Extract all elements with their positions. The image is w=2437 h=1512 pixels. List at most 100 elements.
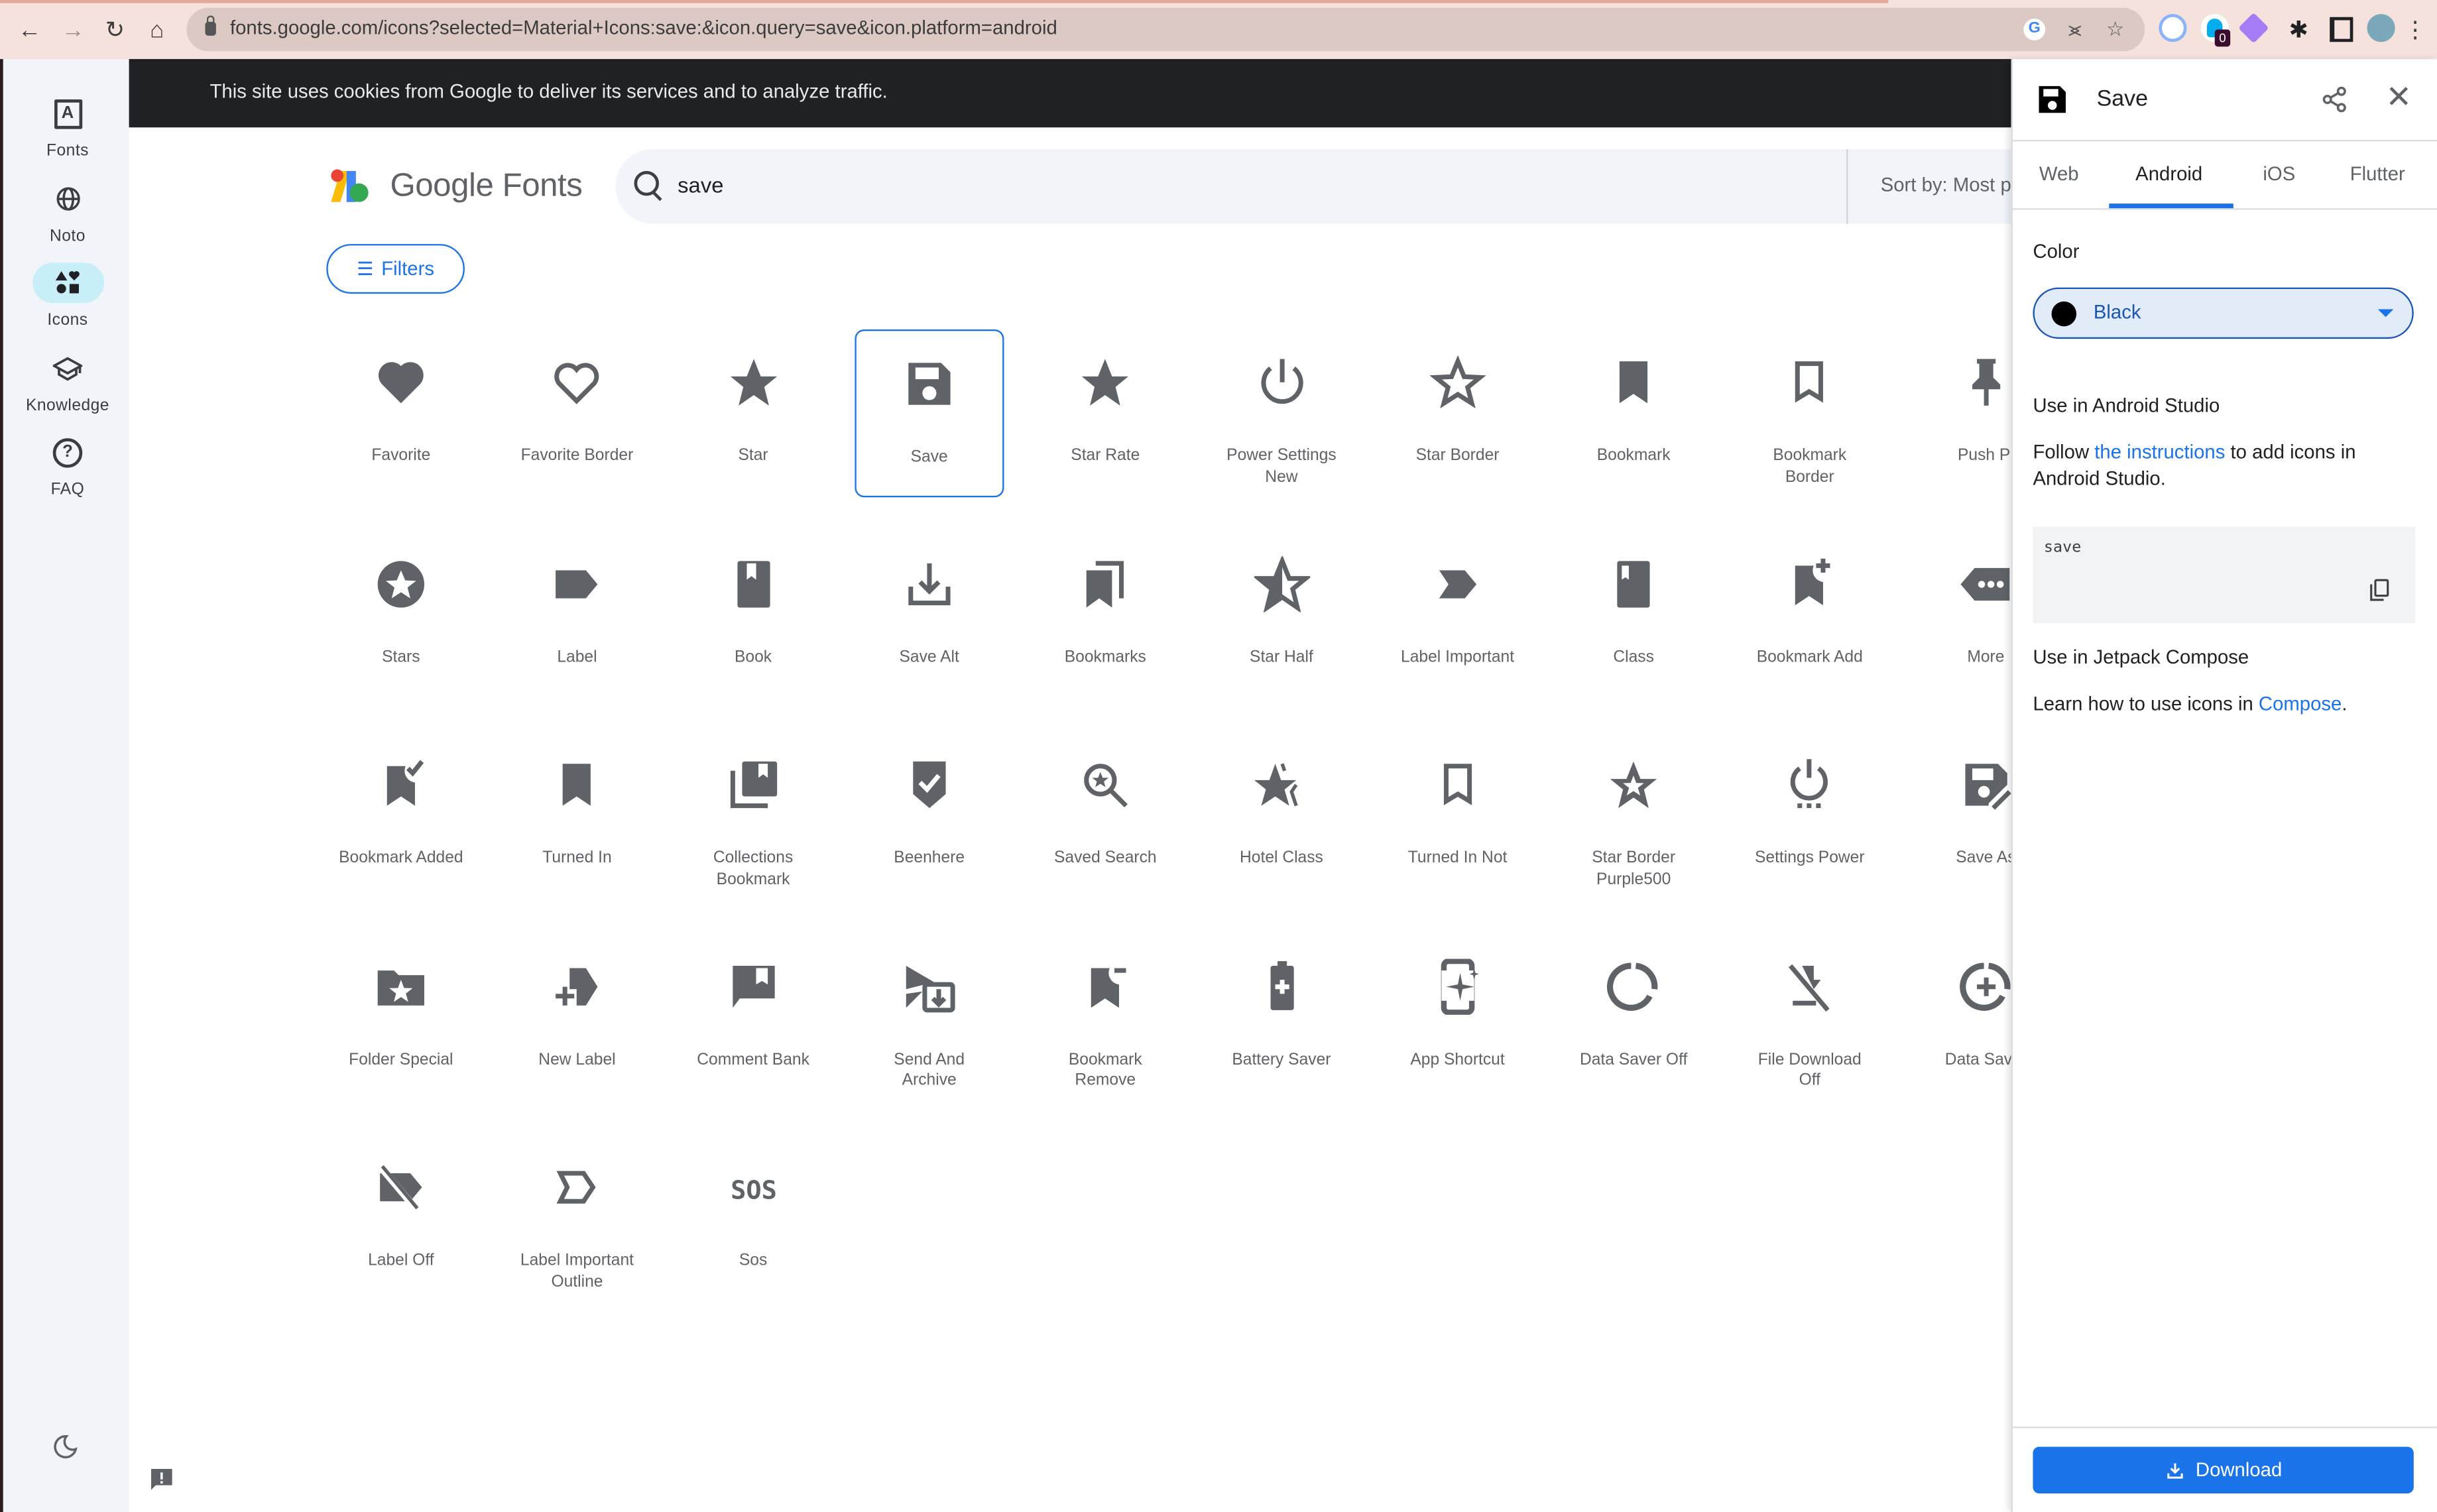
tab-flutter[interactable]: Flutter — [2350, 163, 2405, 185]
icon-tile-star-border[interactable]: Star Border — [1383, 329, 1532, 497]
icon-tile-save[interactable]: Save — [855, 329, 1004, 498]
icon-tile-star[interactable]: Star — [679, 329, 828, 497]
icon-tile-bookmark-remove[interactable]: Bookmark Remove — [1031, 933, 1180, 1101]
icon-tile-class[interactable]: Class — [1559, 531, 1708, 699]
label-icon — [503, 555, 652, 611]
folder-special-icon — [326, 959, 475, 1014]
icon-tile-hotel-class[interactable]: Hotel Class — [1207, 732, 1356, 900]
tab-web[interactable]: Web — [2039, 163, 2079, 185]
icon-tile-saved-search[interactable]: Saved Search — [1031, 732, 1180, 900]
icon-tile-beenhere[interactable]: Beenhere — [855, 732, 1004, 900]
back-arrow-icon[interactable]: ← — [14, 14, 45, 45]
icon-tile-comment-bank[interactable]: Comment Bank — [679, 933, 828, 1101]
icon-tile-settings-power[interactable]: Settings Power — [1735, 732, 1884, 900]
extensions-puzzle-icon[interactable]: ✱ — [2283, 14, 2314, 45]
compose-heading: Use in Jetpack Compose — [2033, 646, 2249, 669]
icon-tile-collections-bookmark[interactable]: Collections Bookmark — [679, 732, 828, 900]
icon-tile-label: Comment Bank — [697, 1050, 809, 1069]
password-extension-icon[interactable] — [2159, 14, 2187, 42]
help-icon: ? — [32, 432, 103, 473]
profile-avatar[interactable] — [2367, 14, 2395, 42]
close-icon[interactable]: ✕ — [2386, 81, 2412, 115]
rail-label: Fonts — [46, 141, 89, 160]
android-studio-instructions: Follow the instructions to add icons in … — [2033, 439, 2421, 493]
icon-tile-label: Star Border Purple500 — [1592, 848, 1676, 889]
feedback-icon[interactable] — [148, 1466, 176, 1493]
google-icon[interactable]: G — [2023, 19, 2046, 40]
rail-item-noto[interactable]: Noto — [3, 179, 133, 245]
rail-item-icons[interactable]: Icons — [3, 262, 133, 329]
icon-tile-label: Label — [557, 647, 597, 666]
download-button[interactable]: Download — [2033, 1446, 2414, 1493]
icon-tile-send-archive[interactable]: Send And Archive — [855, 933, 1004, 1101]
icon-tile-label[interactable]: Label — [503, 531, 652, 699]
icon-tile-app-shortcut[interactable]: App Shortcut — [1383, 933, 1532, 1101]
search-icon — [634, 170, 660, 196]
icon-tile-label-off[interactable]: Label Off — [326, 1135, 475, 1303]
reload-icon[interactable]: ↻ — [99, 14, 131, 45]
icon-tile-bookmark[interactable]: Turned In — [503, 732, 652, 900]
address-bar[interactable]: fonts.google.com/icons?selected=Material… — [186, 7, 2145, 52]
settings-power-icon — [1735, 757, 1884, 813]
tab-android[interactable]: Android — [2135, 163, 2202, 185]
tab-ios[interactable]: iOS — [2263, 163, 2295, 185]
save-alt-icon — [855, 555, 1004, 611]
cookie-banner-text: This site uses cookies from Google to de… — [209, 80, 888, 103]
android-studio-heading: Use in Android Studio — [2033, 394, 2220, 417]
home-icon[interactable]: ⌂ — [141, 14, 172, 45]
icon-tile-book[interactable]: Book — [679, 531, 828, 699]
icon-tile-folder-special[interactable]: Folder Special — [326, 933, 475, 1101]
icon-tile-bookmark-added[interactable]: Bookmark Added — [326, 732, 475, 900]
icon-tile-star-border-purple[interactable]: Star Border Purple500 — [1559, 732, 1708, 900]
url-text[interactable]: fonts.google.com/icons?selected=Material… — [230, 17, 1057, 39]
forward-arrow-icon[interactable]: → — [58, 14, 89, 45]
share-icon[interactable]: ⪤ — [2064, 18, 2086, 40]
icon-tile-star-half[interactable]: Star Half — [1207, 531, 1356, 699]
icon-tile-data-saver-off[interactable]: Data Saver Off — [1559, 933, 1708, 1101]
icon-tile-file-download-off[interactable]: File Download Off — [1735, 933, 1884, 1101]
icon-tile-power[interactable]: Power Settings New — [1207, 329, 1356, 497]
icon-tile-bookmark-border[interactable]: Turned In Not — [1383, 732, 1532, 900]
bookmark-star-icon[interactable]: ☆ — [2104, 18, 2126, 40]
filters-button[interactable]: ☰ Filters — [326, 244, 465, 294]
search-input[interactable]: save — [678, 172, 723, 198]
icon-tile-new-label[interactable]: New Label — [503, 933, 652, 1101]
rail-item-faq[interactable]: ? FAQ — [3, 432, 133, 499]
icon-tile-label-important-outline[interactable]: Label Important Outline — [503, 1135, 652, 1303]
icon-tile-label: Battery Saver — [1232, 1050, 1331, 1069]
dark-mode-moon-icon[interactable] — [51, 1433, 79, 1461]
compose-link[interactable]: Compose — [2259, 693, 2342, 715]
star-icon — [1031, 355, 1180, 410]
icon-tile-bookmark[interactable]: Bookmark — [1559, 329, 1708, 497]
icon-tile-sos[interactable]: SOS Sos — [679, 1135, 828, 1303]
icon-tile-bookmark-border[interactable]: Bookmark Border — [1735, 329, 1884, 497]
side-panel-icon[interactable] — [2325, 14, 2356, 45]
label-important-icon — [1383, 555, 1532, 611]
icon-tile-label: Send And Archive — [894, 1050, 965, 1090]
copy-icon[interactable] — [2369, 578, 2391, 603]
search-bar[interactable]: save Sort by: Most p — [615, 149, 2030, 224]
icon-tile-favorite[interactable]: Favorite — [326, 329, 475, 497]
icon-tile-save-alt[interactable]: Save Alt — [855, 531, 1004, 699]
rail-label: Icons — [47, 310, 88, 330]
icon-tile-favorite-border[interactable]: Favorite Border — [503, 329, 652, 497]
icon-tile-star[interactable]: Star Rate — [1031, 329, 1180, 497]
rail-item-fonts[interactable]: A Fonts — [3, 93, 133, 160]
share-icon[interactable] — [2320, 86, 2348, 113]
icon-tile-battery-saver[interactable]: Battery Saver — [1207, 933, 1356, 1101]
icon-tile-label: Label Off — [368, 1251, 434, 1271]
code-snippet[interactable]: save — [2044, 539, 2081, 556]
icon-tile-bookmarks[interactable]: Bookmarks — [1031, 531, 1180, 699]
color-dropdown[interactable]: Black — [2033, 287, 2414, 339]
save-icon — [856, 356, 1002, 412]
rail-item-knowledge[interactable]: Knowledge — [3, 348, 133, 415]
gem-extension-icon[interactable] — [2238, 12, 2269, 44]
icon-tile-bookmark-add[interactable]: Bookmark Add — [1735, 531, 1884, 699]
google-fonts-logo[interactable]: Google Fonts — [328, 168, 583, 205]
icon-tile-label-important[interactable]: Label Important — [1383, 531, 1532, 699]
instructions-link[interactable]: the instructions — [2094, 441, 2225, 463]
instructions-text: Follow — [2033, 441, 2095, 463]
sort-dropdown[interactable]: Sort by: Most p — [1881, 174, 2011, 196]
icon-tile-stars[interactable]: Stars — [326, 531, 475, 699]
kebab-menu-icon[interactable]: ⋮ — [2404, 14, 2427, 45]
